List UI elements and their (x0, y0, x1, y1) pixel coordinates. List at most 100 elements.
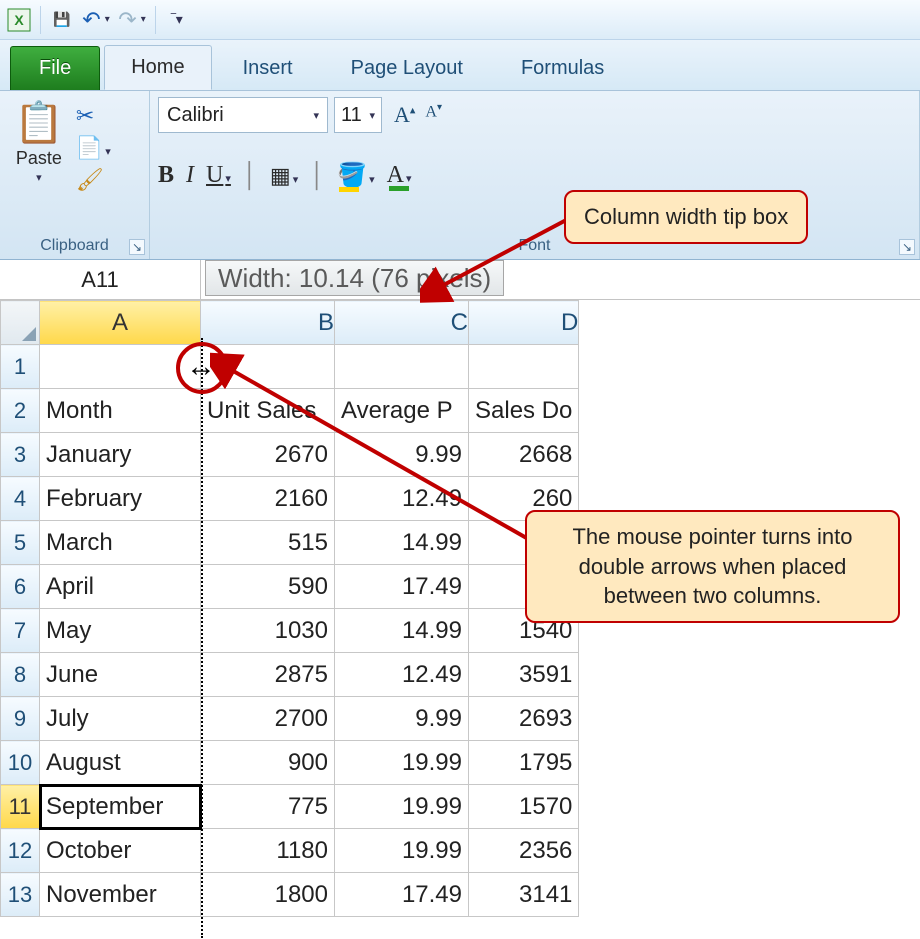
undo-icon: ↶ (82, 7, 100, 33)
cell-D9[interactable]: 2693 (469, 697, 579, 741)
borders-button[interactable]: ▦▾ (270, 163, 298, 189)
font-color-button[interactable]: A▾ (387, 162, 412, 189)
cell-A9[interactable]: July (40, 697, 201, 741)
row-header-3[interactable]: 3 (1, 433, 40, 477)
cell-A7[interactable]: May (40, 609, 201, 653)
separator (40, 6, 41, 34)
cell-C7[interactable]: 14.99 (335, 609, 469, 653)
paste-button[interactable]: 📋 Paste ▾ (8, 97, 70, 186)
cell-A6[interactable]: April (40, 565, 201, 609)
cell-A2[interactable]: Month (40, 389, 201, 433)
chevron-down-icon[interactable]: ▾ (101, 14, 114, 25)
format-painter-button[interactable]: 🖌 (76, 167, 111, 193)
callout-arrow (420, 208, 580, 308)
copy-icon: 📄 (76, 135, 103, 160)
tab-formulas[interactable]: Formulas (494, 46, 631, 90)
cell-A10[interactable]: August (40, 741, 201, 785)
cell-C9[interactable]: 9.99 (335, 697, 469, 741)
svg-text:X: X (14, 12, 24, 28)
select-all-corner[interactable] (1, 301, 40, 345)
font-size-value: 11 (341, 104, 362, 127)
tab-file[interactable]: File (10, 46, 100, 90)
row-header-10[interactable]: 10 (1, 741, 40, 785)
group-label-clipboard: Clipboard (8, 233, 141, 257)
copy-button[interactable]: 📄▾ (76, 135, 111, 161)
cell-C10[interactable]: 19.99 (335, 741, 469, 785)
customize-qat-button[interactable]: ‾▾ (162, 5, 192, 35)
column-header-B[interactable]: B (201, 301, 335, 345)
redo-button[interactable]: ↷▾ (119, 5, 149, 35)
shrink-font-button[interactable]: A▾ (425, 102, 442, 128)
row-header-9[interactable]: 9 (1, 697, 40, 741)
row-header-8[interactable]: 8 (1, 653, 40, 697)
callout-pointer: The mouse pointer turns into double arro… (525, 510, 900, 623)
font-size-combo[interactable]: 11 ▾ (334, 97, 382, 133)
cut-button[interactable]: ✂ (76, 103, 111, 129)
row-header-12[interactable]: 12 (1, 829, 40, 873)
clipboard-dialog-launcher[interactable]: ↘ (129, 239, 145, 255)
column-resize-guide (201, 338, 203, 938)
cell-C6[interactable]: 17.49 (335, 565, 469, 609)
callout-width-tip: Column width tip box (564, 190, 808, 244)
fill-color-button[interactable]: 🪣▾ (337, 161, 374, 190)
row-header-4[interactable]: 4 (1, 477, 40, 521)
cell-A11[interactable]: September (40, 785, 201, 829)
ribbon-group-clipboard: 📋 Paste ▾ ✂ 📄▾ 🖌 Clipboard ↘ (0, 91, 150, 259)
row-header-2[interactable]: 2 (1, 389, 40, 433)
cell-B9[interactable]: 2700 (201, 697, 335, 741)
font-name-combo[interactable]: Calibri ▾ (158, 97, 328, 133)
cell-A5[interactable]: March (40, 521, 201, 565)
cell-B12[interactable]: 1180 (201, 829, 335, 873)
quick-access-toolbar: X 💾 ↶▾ ↷▾ ‾▾ (0, 0, 920, 40)
bucket-icon: 🪣 (337, 162, 367, 189)
tab-page layout[interactable]: Page Layout (324, 46, 490, 90)
font-dialog-launcher[interactable]: ↘ (899, 239, 915, 255)
name-box[interactable]: A11 (0, 260, 201, 299)
cell-A13[interactable]: November (40, 873, 201, 917)
undo-button[interactable]: ↶▾ (83, 5, 113, 35)
chevron-down-icon[interactable]: ▾ (137, 14, 150, 25)
cell-B10[interactable]: 900 (201, 741, 335, 785)
cell-B7[interactable]: 1030 (201, 609, 335, 653)
callout-arrow (210, 350, 550, 560)
cell-A8[interactable]: June (40, 653, 201, 697)
tab-home[interactable]: Home (104, 45, 211, 90)
cell-D12[interactable]: 2356 (469, 829, 579, 873)
row-header-1[interactable]: 1 (1, 345, 40, 389)
cell-B6[interactable]: 590 (201, 565, 335, 609)
underline-button[interactable]: U▾ (206, 162, 231, 189)
clipboard-icon: 📋 (14, 99, 64, 146)
font-name-value: Calibri (167, 104, 224, 127)
save-button[interactable]: 💾 (47, 5, 77, 35)
row-header-5[interactable]: 5 (1, 521, 40, 565)
cell-C12[interactable]: 19.99 (335, 829, 469, 873)
grow-font-button[interactable]: A▴ (394, 102, 415, 128)
cell-A12[interactable]: October (40, 829, 201, 873)
save-icon: 💾 (53, 11, 70, 28)
redo-icon: ↷ (118, 7, 136, 33)
tab-insert[interactable]: Insert (216, 46, 320, 90)
bold-button[interactable]: B (158, 162, 174, 189)
cell-A3[interactable]: January (40, 433, 201, 477)
cell-A4[interactable]: February (40, 477, 201, 521)
separator (155, 6, 156, 34)
row-header-6[interactable]: 6 (1, 565, 40, 609)
cell-B11[interactable]: 775 (201, 785, 335, 829)
ribbon-tab-bar: File HomeInsertPage LayoutFormulas (0, 40, 920, 90)
cell-D10[interactable]: 1795 (469, 741, 579, 785)
italic-button[interactable]: I (186, 162, 194, 189)
cell-C8[interactable]: 12.49 (335, 653, 469, 697)
cell-D13[interactable]: 3141 (469, 873, 579, 917)
cell-B13[interactable]: 1800 (201, 873, 335, 917)
row-header-13[interactable]: 13 (1, 873, 40, 917)
cell-C13[interactable]: 17.49 (335, 873, 469, 917)
row-header-11[interactable]: 11 (1, 785, 40, 829)
row-header-7[interactable]: 7 (1, 609, 40, 653)
cell-D11[interactable]: 1570 (469, 785, 579, 829)
column-header-A[interactable]: A (40, 301, 201, 345)
chevron-down-icon: ▾ (313, 109, 319, 122)
cell-D8[interactable]: 3591 (469, 653, 579, 697)
cell-C11[interactable]: 19.99 (335, 785, 469, 829)
cell-B8[interactable]: 2875 (201, 653, 335, 697)
paste-label: Paste (16, 148, 62, 169)
